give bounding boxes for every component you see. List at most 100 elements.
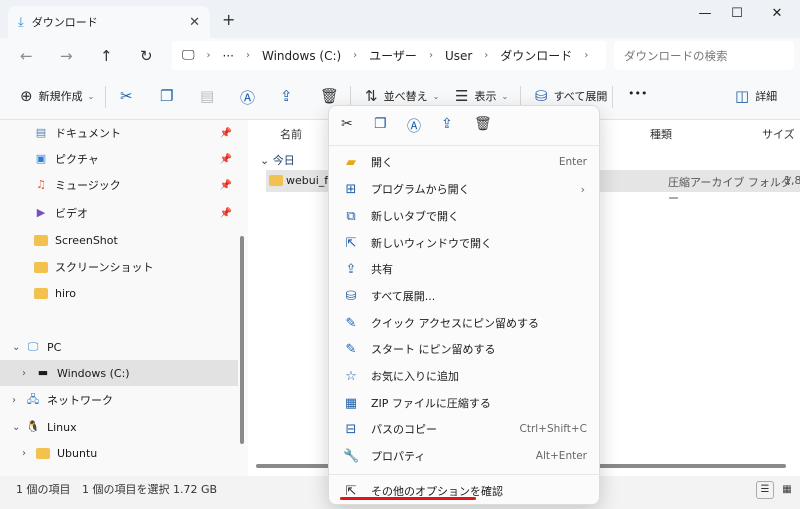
forward-button[interactable]: →: [60, 47, 73, 65]
sidebar-item-linux[interactable]: ⌄ 🐧 Linux: [0, 414, 238, 440]
copy-icon[interactable]: ❐: [374, 116, 387, 132]
menu-item-show-more-options[interactable]: ⇱ その他のオプションを確認: [337, 478, 593, 504]
menu-item-properties[interactable]: 🔧 プロパティ Alt+Enter: [337, 443, 593, 469]
column-header-type[interactable]: 種類: [650, 126, 672, 142]
new-tab-button[interactable]: +: [222, 10, 235, 29]
sidebar-scrollbar[interactable]: [240, 236, 244, 444]
rename-icon[interactable]: Ⓐ: [407, 116, 421, 136]
up-button[interactable]: ↑: [100, 47, 113, 65]
extract-label: すべて展開: [553, 90, 608, 103]
menu-item-open-new-tab[interactable]: ⧉ 新しいタブで開く: [337, 203, 593, 229]
sidebar-item-music[interactable]: ♫ ミュージック 📌: [0, 172, 238, 198]
sidebar-item-network[interactable]: › 🖧 ネットワーク: [0, 387, 238, 413]
maximize-button[interactable]: ☐: [722, 6, 752, 21]
new-button[interactable]: ⊕ 新規作成 ⌄: [20, 87, 94, 105]
chevron-down-icon[interactable]: ⌄: [12, 422, 26, 433]
chevron-down-icon[interactable]: ⌄: [12, 342, 26, 353]
more-button[interactable]: •••: [628, 87, 647, 100]
details-button[interactable]: ◫ 詳細: [735, 87, 777, 105]
column-header-size[interactable]: サイズ: [762, 126, 795, 142]
sidebar-item-label: ビデオ: [55, 207, 88, 220]
more-breadcrumb-icon[interactable]: ···: [223, 49, 234, 63]
sidebar-item-screenshots-jp[interactable]: スクリーンショット: [0, 254, 238, 280]
details-view-button[interactable]: ☰: [756, 481, 774, 499]
tab-close-button[interactable]: ✕: [189, 15, 200, 30]
chevron-right-icon[interactable]: ›: [12, 395, 26, 406]
sort-icon: ⇅: [365, 87, 378, 105]
sidebar-item-label: スクリーンショット: [55, 261, 154, 274]
title-bar: ⤓ ダウンロード ✕ + — ☐ ✕: [0, 0, 800, 38]
menu-item-label: プロパティ: [371, 450, 426, 463]
close-button[interactable]: ✕: [762, 6, 792, 21]
new-window-icon: ⇱: [345, 235, 357, 251]
menu-item-copy-path[interactable]: ⊟ パスのコピー Ctrl+Shift+C: [337, 416, 593, 442]
tiles-view-button[interactable]: ▦: [778, 481, 796, 499]
menu-item-open[interactable]: ▰ 開く Enter: [337, 149, 593, 175]
refresh-button[interactable]: ↻: [140, 47, 153, 65]
zip-icon: ▦: [344, 395, 358, 411]
trash-icon[interactable]: 🗑: [474, 116, 492, 132]
chevron-right-icon[interactable]: ›: [584, 50, 588, 61]
context-menu: ✂ ❐ Ⓐ ⇪ 🗑 ▰ 開く Enter ⊞ プログラムから開く › ⧉ 新しい…: [328, 105, 601, 505]
chevron-down-icon: ⌄: [260, 154, 270, 167]
chevron-right-icon[interactable]: ›: [22, 368, 36, 379]
chevron-right-icon: ›: [580, 182, 585, 196]
menu-item-open-new-window[interactable]: ⇱ 新しいウィンドウで開く: [337, 230, 593, 256]
sidebar-item-label: ネットワーク: [47, 394, 113, 407]
breadcrumb-user[interactable]: User: [445, 49, 472, 63]
menu-item-open-with[interactable]: ⊞ プログラムから開く ›: [337, 176, 593, 202]
menu-item-share[interactable]: ⇪ 共有: [337, 256, 593, 282]
delete-button[interactable]: 🗑: [320, 87, 345, 105]
breadcrumb-users[interactable]: ユーザー: [369, 47, 417, 64]
cut-icon[interactable]: ✂: [341, 116, 353, 132]
menu-item-pin-start[interactable]: ✎ スタート にピン留めする: [337, 336, 593, 362]
breadcrumb-downloads[interactable]: ダウンロード: [500, 47, 572, 64]
folder-icon: [34, 287, 48, 299]
new-label: 新規作成: [38, 90, 83, 103]
cut-button[interactable]: ✂: [120, 87, 139, 105]
menu-item-shortcut: Alt+Enter: [535, 450, 587, 462]
back-button[interactable]: ←: [20, 47, 33, 65]
share-button[interactable]: ⇪: [280, 87, 299, 105]
sidebar-item-drive-c[interactable]: › ▬ Windows (C:): [0, 360, 238, 386]
share-icon[interactable]: ⇪: [441, 116, 453, 132]
search-input[interactable]: ダウンロードの検索: [614, 41, 794, 70]
network-icon: 🖧: [26, 393, 40, 406]
column-header-name[interactable]: 名前: [280, 126, 302, 142]
star-icon: ☆: [345, 368, 357, 384]
address-bar[interactable]: 🖵 › ··· › Windows (C:) › ユーザー › User › ダ…: [172, 41, 606, 70]
copy-button[interactable]: ❐: [160, 87, 179, 105]
menu-item-add-favorites[interactable]: ☆ お気に入りに追加: [337, 363, 593, 389]
breadcrumb-drive[interactable]: Windows (C:): [262, 49, 341, 63]
divider: [329, 474, 601, 475]
menu-item-extract-all[interactable]: ⛁ すべて展開...: [337, 283, 593, 309]
sidebar-item-pc[interactable]: ⌄ 🖵 PC: [0, 334, 238, 360]
sidebar-item-screenshot[interactable]: ScreenShot: [0, 227, 238, 253]
menu-item-pin-quick-access[interactable]: ✎ クイック アクセスにピン留めする: [337, 310, 593, 336]
file-size: 1,813,: [784, 174, 800, 187]
sidebar-item-hiro[interactable]: hiro: [0, 280, 238, 306]
paste-button[interactable]: ▤: [200, 87, 220, 105]
minimize-button[interactable]: —: [690, 6, 720, 21]
sidebar-item-label: Ubuntu: [57, 446, 98, 460]
chevron-right-icon[interactable]: ›: [22, 448, 36, 459]
sort-button[interactable]: ⇅ 並べ替え ⌄: [365, 87, 439, 105]
menu-item-label: プログラムから開く: [371, 183, 470, 196]
menu-item-compress-zip[interactable]: ▦ ZIP ファイルに圧縮する: [337, 390, 593, 416]
copy-path-icon: ⊟: [345, 421, 357, 437]
sidebar-item-ubuntu[interactable]: › Ubuntu: [0, 440, 238, 466]
menu-item-label: 新しいタブで開く: [371, 210, 459, 223]
view-button[interactable]: ☰ 表示 ⌄: [455, 87, 508, 105]
sidebar-item-pictures[interactable]: ▣ ピクチャ 📌: [0, 146, 238, 172]
extract-all-button[interactable]: ⛁ すべて展開: [535, 87, 607, 105]
group-header-today[interactable]: ⌄ 今日: [260, 152, 295, 168]
item-count: 1 個の項目: [16, 483, 71, 496]
folder-icon: [34, 261, 48, 273]
sidebar-item-videos[interactable]: ▶ ビデオ 📌: [0, 200, 238, 226]
rename-button[interactable]: Ⓐ: [240, 87, 261, 108]
pin-icon: 📌: [219, 153, 232, 165]
tab-downloads[interactable]: ⤓ ダウンロード ✕: [8, 6, 210, 38]
menu-item-label: すべて展開...: [371, 290, 436, 303]
sidebar-item-documents[interactable]: ▤ ドキュメント 📌: [0, 120, 238, 146]
paste-icon: ▤: [200, 87, 215, 105]
